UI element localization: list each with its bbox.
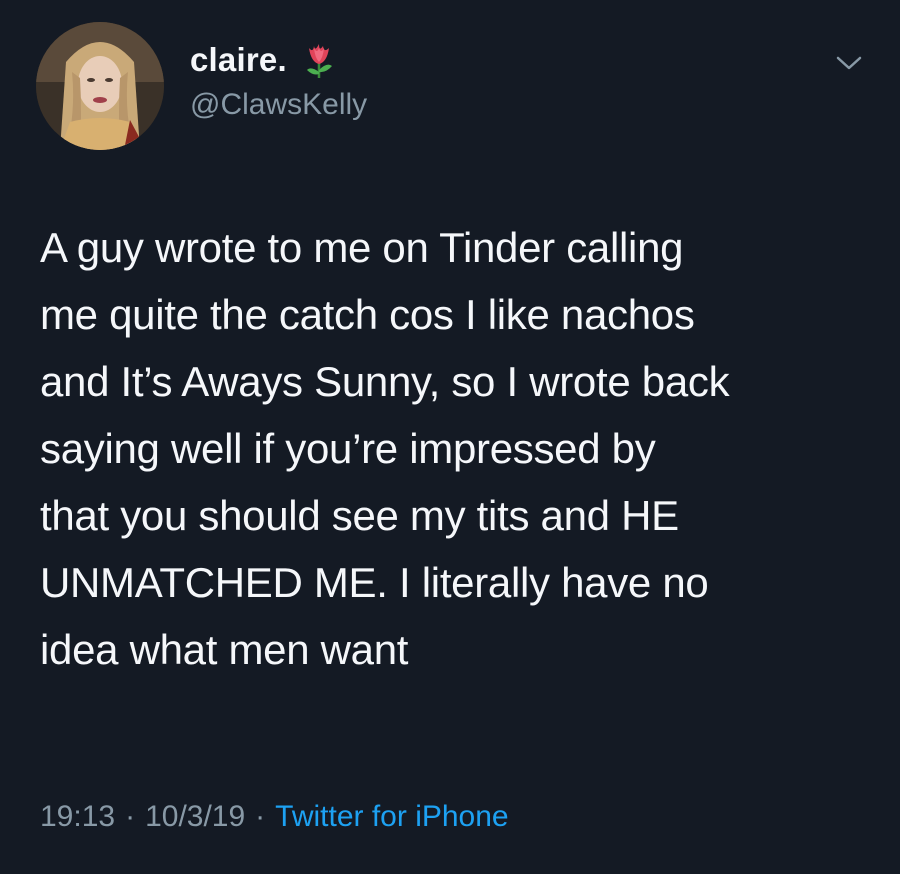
- tweet-date[interactable]: 10/3/19: [145, 800, 245, 834]
- meta-separator: ·: [125, 800, 136, 833]
- avatar-image: [36, 22, 164, 150]
- user-name-row[interactable]: claire.: [190, 38, 337, 82]
- tweet-source-link[interactable]: Twitter for iPhone: [275, 800, 508, 834]
- tweet-time[interactable]: 19:13: [40, 800, 115, 834]
- tweet-meta: 19:13 · 10/3/19 · Twitter for iPhone: [40, 800, 509, 834]
- tulip-icon: [306, 44, 332, 78]
- tweet-card: claire. @ClawsKelly A guy wrote to me on…: [0, 0, 900, 874]
- tweet-text: A guy wrote to me on Tinder calling me q…: [40, 224, 730, 673]
- chevron-down-icon[interactable]: [832, 52, 866, 74]
- display-name[interactable]: claire.: [190, 41, 287, 79]
- avatar[interactable]: [36, 22, 164, 150]
- meta-separator: ·: [255, 800, 266, 833]
- user-handle[interactable]: @ClawsKelly: [190, 88, 367, 122]
